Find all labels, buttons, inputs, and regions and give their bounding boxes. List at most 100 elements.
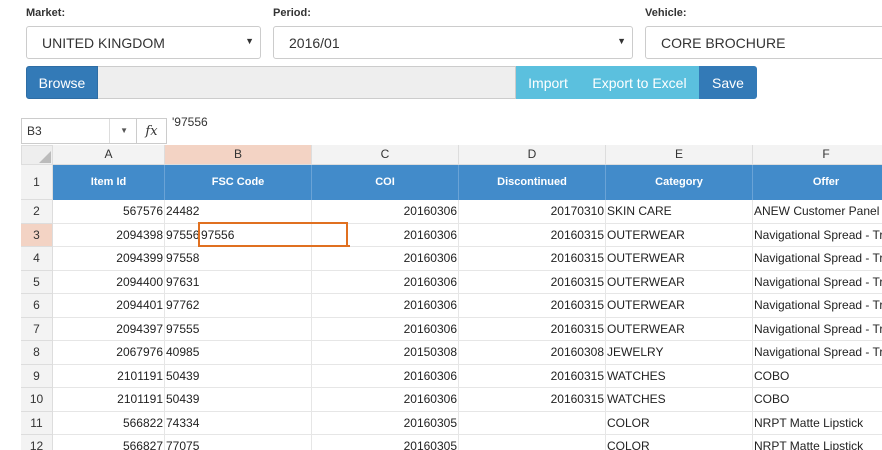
table-cell[interactable]: 77075 <box>165 435 312 450</box>
period-select[interactable]: 2016/01 ▼ <box>273 26 633 59</box>
column-header-f[interactable]: F <box>753 145 882 165</box>
table-cell[interactable]: 566822 <box>53 411 165 435</box>
table-cell[interactable]: 567576 <box>53 200 165 224</box>
row-header-9[interactable]: 9 <box>21 364 53 388</box>
table-cell[interactable]: OUTERWEAR <box>606 270 753 294</box>
table-cell[interactable]: 2101191 <box>53 388 165 412</box>
header-cell-category[interactable]: Category <box>606 165 753 200</box>
name-box[interactable]: B3 ▼ <box>21 118 137 144</box>
table-cell[interactable]: 2094400 <box>53 270 165 294</box>
table-cell[interactable]: ANEW Customer Panel <box>753 200 882 224</box>
row-header-4[interactable]: 4 <box>21 247 53 271</box>
row-header-5[interactable]: 5 <box>21 270 53 294</box>
table-cell[interactable]: OUTERWEAR <box>606 247 753 271</box>
table-cell[interactable]: 24482 <box>165 200 312 224</box>
table-cell[interactable]: NRPT Matte Lipstick <box>753 435 882 450</box>
table-cell[interactable]: 20160315 <box>459 388 606 412</box>
table-cell[interactable]: Navigational Spread - Tr <box>753 294 882 318</box>
file-path-field[interactable] <box>98 66 516 99</box>
column-header-b[interactable]: B <box>165 145 312 165</box>
table-cell[interactable]: 2094398 <box>53 223 165 247</box>
table-cell[interactable]: 20160315 <box>459 270 606 294</box>
table-cell[interactable]: OUTERWEAR <box>606 223 753 247</box>
table-cell[interactable]: 97556 <box>165 223 312 247</box>
table-cell[interactable]: 20160306 <box>312 247 459 271</box>
table-cell[interactable]: COLOR <box>606 435 753 450</box>
table-cell[interactable]: Navigational Spread - Tr <box>753 270 882 294</box>
vehicle-select[interactable]: CORE BROCHURE <box>645 26 882 59</box>
row-header-7[interactable]: 7 <box>21 317 53 341</box>
header-cell-discontinued[interactable]: Discontinued <box>459 165 606 200</box>
table-cell[interactable]: 40985 <box>165 341 312 365</box>
table-cell[interactable]: 20160306 <box>312 270 459 294</box>
header-cell-offer[interactable]: Offer <box>753 165 882 200</box>
table-cell[interactable]: 20160315 <box>459 223 606 247</box>
table-cell[interactable]: 20160315 <box>459 294 606 318</box>
table-cell[interactable]: NRPT Matte Lipstick <box>753 411 882 435</box>
table-cell[interactable]: COLOR <box>606 411 753 435</box>
header-cell-fsc-code[interactable]: FSC Code <box>165 165 312 200</box>
fx-icon[interactable]: fx <box>137 118 167 144</box>
row-header-2[interactable]: 2 <box>21 200 53 224</box>
table-cell[interactable]: COBO <box>753 388 882 412</box>
table-cell[interactable]: 20160306 <box>312 223 459 247</box>
table-cell[interactable]: 20160315 <box>459 247 606 271</box>
table-cell[interactable]: 20160315 <box>459 317 606 341</box>
table-cell[interactable]: Navigational Spread - Tr <box>753 341 882 365</box>
table-cell[interactable]: Navigational Spread - Tr <box>753 223 882 247</box>
table-cell[interactable]: 2094399 <box>53 247 165 271</box>
table-cell[interactable]: WATCHES <box>606 388 753 412</box>
table-cell[interactable]: 2067976 <box>53 341 165 365</box>
table-cell[interactable]: 2094401 <box>53 294 165 318</box>
table-cell[interactable]: 2094397 <box>53 317 165 341</box>
column-header-a[interactable]: A <box>53 145 165 165</box>
table-cell[interactable]: 20160305 <box>312 411 459 435</box>
row-header-3[interactable]: 3 <box>21 223 53 247</box>
table-cell[interactable]: 97555 <box>165 317 312 341</box>
row-header-11[interactable]: 11 <box>21 411 53 435</box>
browse-button[interactable]: Browse <box>26 66 98 99</box>
market-select[interactable]: UNITED KINGDOM ▼ <box>26 26 261 59</box>
table-cell[interactable]: 74334 <box>165 411 312 435</box>
table-cell[interactable]: 20160308 <box>459 341 606 365</box>
import-button[interactable]: Import <box>516 66 580 99</box>
header-cell-item-id[interactable]: Item Id <box>53 165 165 200</box>
table-cell[interactable]: SKIN CARE <box>606 200 753 224</box>
table-cell[interactable]: 20160315 <box>459 364 606 388</box>
header-cell-coi[interactable]: COI <box>312 165 459 200</box>
column-header-e[interactable]: E <box>606 145 753 165</box>
table-cell[interactable]: Navigational Spread - Tr <box>753 247 882 271</box>
table-cell[interactable]: 50439 <box>165 364 312 388</box>
table-cell[interactable]: 20160306 <box>312 317 459 341</box>
table-cell[interactable]: 20160306 <box>312 294 459 318</box>
row-header-10[interactable]: 10 <box>21 388 53 412</box>
chevron-down-icon[interactable]: ▼ <box>120 126 128 135</box>
table-cell[interactable]: 97631 <box>165 270 312 294</box>
row-header-8[interactable]: 8 <box>21 341 53 365</box>
table-cell[interactable]: 20160306 <box>312 200 459 224</box>
table-cell[interactable]: Navigational Spread - Tr <box>753 317 882 341</box>
row-header-12[interactable]: 12 <box>21 435 53 450</box>
table-cell[interactable]: 20150308 <box>312 341 459 365</box>
table-cell[interactable]: 20160306 <box>312 388 459 412</box>
table-cell[interactable]: 20160306 <box>312 364 459 388</box>
table-cell[interactable]: 20160305 <box>312 435 459 450</box>
table-cell[interactable]: 20170310 <box>459 200 606 224</box>
formula-input[interactable]: '97556 <box>172 115 208 129</box>
table-cell[interactable]: 2101191 <box>53 364 165 388</box>
table-cell[interactable]: 97762 <box>165 294 312 318</box>
table-cell[interactable]: WATCHES <box>606 364 753 388</box>
table-cell[interactable]: 50439 <box>165 388 312 412</box>
row-header-1[interactable]: 1 <box>21 165 53 200</box>
table-cell[interactable] <box>459 435 606 450</box>
column-header-d[interactable]: D <box>459 145 606 165</box>
table-cell[interactable]: JEWELRY <box>606 341 753 365</box>
table-cell[interactable]: OUTERWEAR <box>606 294 753 318</box>
save-button[interactable]: Save <box>699 66 757 99</box>
table-cell[interactable]: OUTERWEAR <box>606 317 753 341</box>
table-cell[interactable]: COBO <box>753 364 882 388</box>
table-cell[interactable]: 97558 <box>165 247 312 271</box>
export-excel-button[interactable]: Export to Excel <box>580 66 699 99</box>
select-all-corner[interactable] <box>21 145 53 165</box>
column-header-c[interactable]: C <box>312 145 459 165</box>
